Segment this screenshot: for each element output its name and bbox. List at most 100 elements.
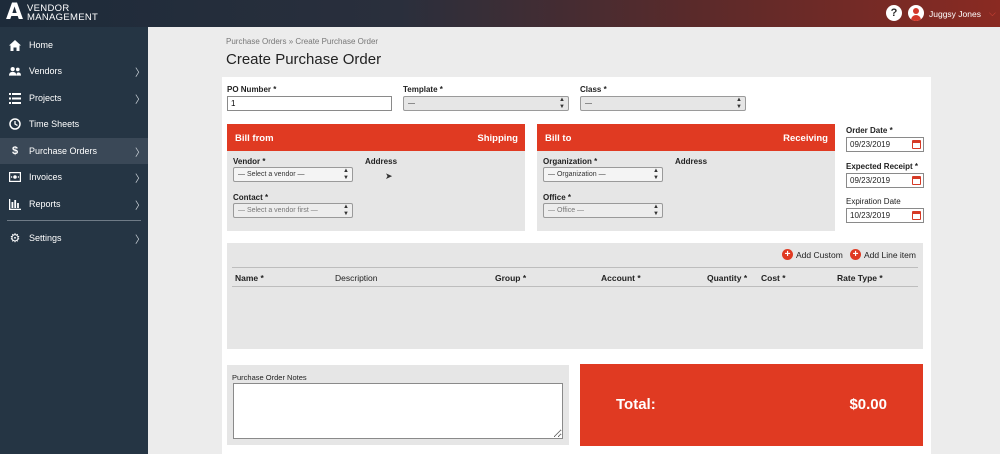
brand-logo[interactable]: A VENDOR MANAGEMENT <box>6 0 99 25</box>
expiration-date-label: Expiration Date <box>846 197 901 206</box>
chevron-right-icon: 〉 <box>135 234 145 246</box>
bill-from-header: Bill from Shipping <box>227 124 525 151</box>
add-line-item-button[interactable]: + Add Line item <box>850 249 916 260</box>
office-label: Office * <box>543 193 572 202</box>
shipping-label: Shipping <box>477 133 518 144</box>
order-date-label: Order Date * <box>846 126 893 135</box>
class-select[interactable]: — ▲ ▼ <box>580 96 746 111</box>
sidebar-item-time-sheets[interactable]: Time Sheets <box>0 111 148 137</box>
chevron-right-icon: 〉 <box>135 67 145 79</box>
office-select[interactable]: — Office — ▲ ▼ <box>543 203 663 218</box>
dollar-icon: $ <box>11 145 19 157</box>
contact-select-value: — Select a vendor first — <box>238 207 318 214</box>
sidebar-item-label: Invoices <box>29 172 63 182</box>
sidebar-item-label: Purchase Orders <box>29 146 98 156</box>
calendar-icon[interactable] <box>912 140 921 149</box>
sidebar-item-label: Settings <box>29 233 62 243</box>
logo-mark-icon: A <box>6 0 24 25</box>
select-arrows-icon: ▲ ▼ <box>653 204 659 217</box>
user-name[interactable]: Juggsy Jones <box>929 9 981 19</box>
vendor-label: Vendor * <box>233 157 266 166</box>
purchase-order-form: PO Number * Template * — ▲▼ Class * — ▲▼… <box>222 77 931 454</box>
invoice-icon <box>9 171 21 183</box>
sidebar-item-label: Vendors <box>29 66 63 76</box>
total-panel: Total: $0.00 <box>580 364 923 446</box>
table-header-bottom-rule <box>232 286 918 287</box>
office-select-value: — Office — <box>548 207 585 214</box>
add-custom-button[interactable]: + Add Custom <box>782 249 843 260</box>
help-icon[interactable]: ? <box>886 5 902 21</box>
sidebar-item-home[interactable]: Home <box>0 32 148 58</box>
chevron-right-icon: 〉 <box>135 94 145 106</box>
sidebar-item-label: Projects <box>29 93 62 103</box>
top-bar: A VENDOR MANAGEMENT ? Juggsy Jones ⌵ <box>0 0 1000 27</box>
bill-to-address-label: Address <box>675 157 708 166</box>
notes-textarea[interactable] <box>233 383 563 439</box>
organization-select-value: — Organization — <box>548 171 606 178</box>
expiration-date-input[interactable]: 10/23/2019 <box>846 208 924 223</box>
po-number-label: PO Number * <box>227 85 277 94</box>
sidebar-item-vendors[interactable]: Vendors 〉 <box>0 58 148 84</box>
sidebar-divider <box>7 220 141 221</box>
class-select-value: — <box>585 100 592 107</box>
vendor-select[interactable]: — Select a vendor — ▲ ▼ <box>233 167 353 182</box>
expected-receipt-value: 09/23/2019 <box>850 176 891 185</box>
users-icon <box>9 65 21 77</box>
add-line-item-label: Add Line item <box>864 249 916 260</box>
bill-from-address-label: Address <box>365 157 398 166</box>
expected-receipt-input[interactable]: 09/23/2019 <box>846 173 924 188</box>
sidebar-item-label: Time Sheets <box>29 119 80 129</box>
organization-select[interactable]: — Organization — ▲ ▼ <box>543 167 663 182</box>
sidebar-item-projects[interactable]: Projects 〉 <box>0 85 148 111</box>
contact-select[interactable]: — Select a vendor first — ▲ ▼ <box>233 203 353 218</box>
order-date-value: 09/23/2019 <box>850 140 891 149</box>
column-header-group: Group * <box>495 273 527 283</box>
bill-to-panel: Bill to Receiving Organization * — Organ… <box>537 124 835 231</box>
chevron-down-icon[interactable]: ⌵ <box>989 8 996 19</box>
sidebar-item-settings[interactable]: ⚙ Settings 〉 <box>0 225 148 251</box>
notes-panel: Purchase Order Notes <box>227 365 569 445</box>
sidebar-item-label: Reports <box>29 199 61 209</box>
receiving-label: Receiving <box>783 133 828 144</box>
bill-from-title: Bill from <box>235 133 274 144</box>
home-icon <box>9 39 21 51</box>
calendar-icon[interactable] <box>912 176 921 185</box>
order-date-input[interactable]: 09/23/2019 <box>846 137 924 152</box>
user-avatar-icon[interactable] <box>908 5 924 21</box>
plus-circle-icon: + <box>782 249 793 260</box>
column-header-account: Account * <box>601 273 641 283</box>
column-header-description: Description <box>335 273 378 283</box>
add-custom-label: Add Custom <box>796 249 843 260</box>
template-label: Template * <box>403 85 443 94</box>
column-header-rate-type: Rate Type * <box>837 273 883 283</box>
select-arrows-icon: ▲ ▼ <box>559 97 565 110</box>
clock-icon <box>9 118 21 130</box>
gear-icon: ⚙ <box>9 231 21 245</box>
total-value: $0.00 <box>849 396 887 413</box>
notes-label: Purchase Order Notes <box>232 373 307 382</box>
expected-receipt-label: Expected Receipt * <box>846 162 919 171</box>
expiration-date-value: 10/23/2019 <box>850 211 891 220</box>
breadcrumb[interactable]: Purchase Orders » Create Purchase Order <box>226 37 378 46</box>
class-label: Class * <box>580 85 607 94</box>
po-number-input[interactable] <box>227 96 392 111</box>
sidebar-item-label: Home <box>29 40 54 50</box>
brand-line-2: MANAGEMENT <box>27 12 99 23</box>
column-header-quantity: Quantity * <box>707 273 748 283</box>
bill-to-title: Bill to <box>545 133 572 144</box>
template-select[interactable]: — ▲ ▼ <box>403 96 569 111</box>
total-label: Total: <box>616 396 656 413</box>
calendar-icon[interactable] <box>912 211 921 220</box>
bar-chart-icon <box>9 198 21 210</box>
line-items-panel: + Add Custom + Add Line item Name * Desc… <box>227 243 923 349</box>
chevron-right-icon: 〉 <box>135 173 145 185</box>
template-select-value: — <box>408 100 415 107</box>
select-arrows-icon: ▲ ▼ <box>736 97 742 110</box>
chevron-right-icon: 〉 <box>135 147 145 159</box>
sidebar-item-purchase-orders[interactable]: $ Purchase Orders 〉 <box>0 138 148 164</box>
sidebar-item-invoices[interactable]: Invoices 〉 <box>0 164 148 190</box>
sidebar-item-reports[interactable]: Reports 〉 <box>0 191 148 217</box>
page-title: Create Purchase Order <box>226 51 382 68</box>
organization-label: Organization * <box>543 157 598 166</box>
table-header-rule <box>232 267 918 268</box>
